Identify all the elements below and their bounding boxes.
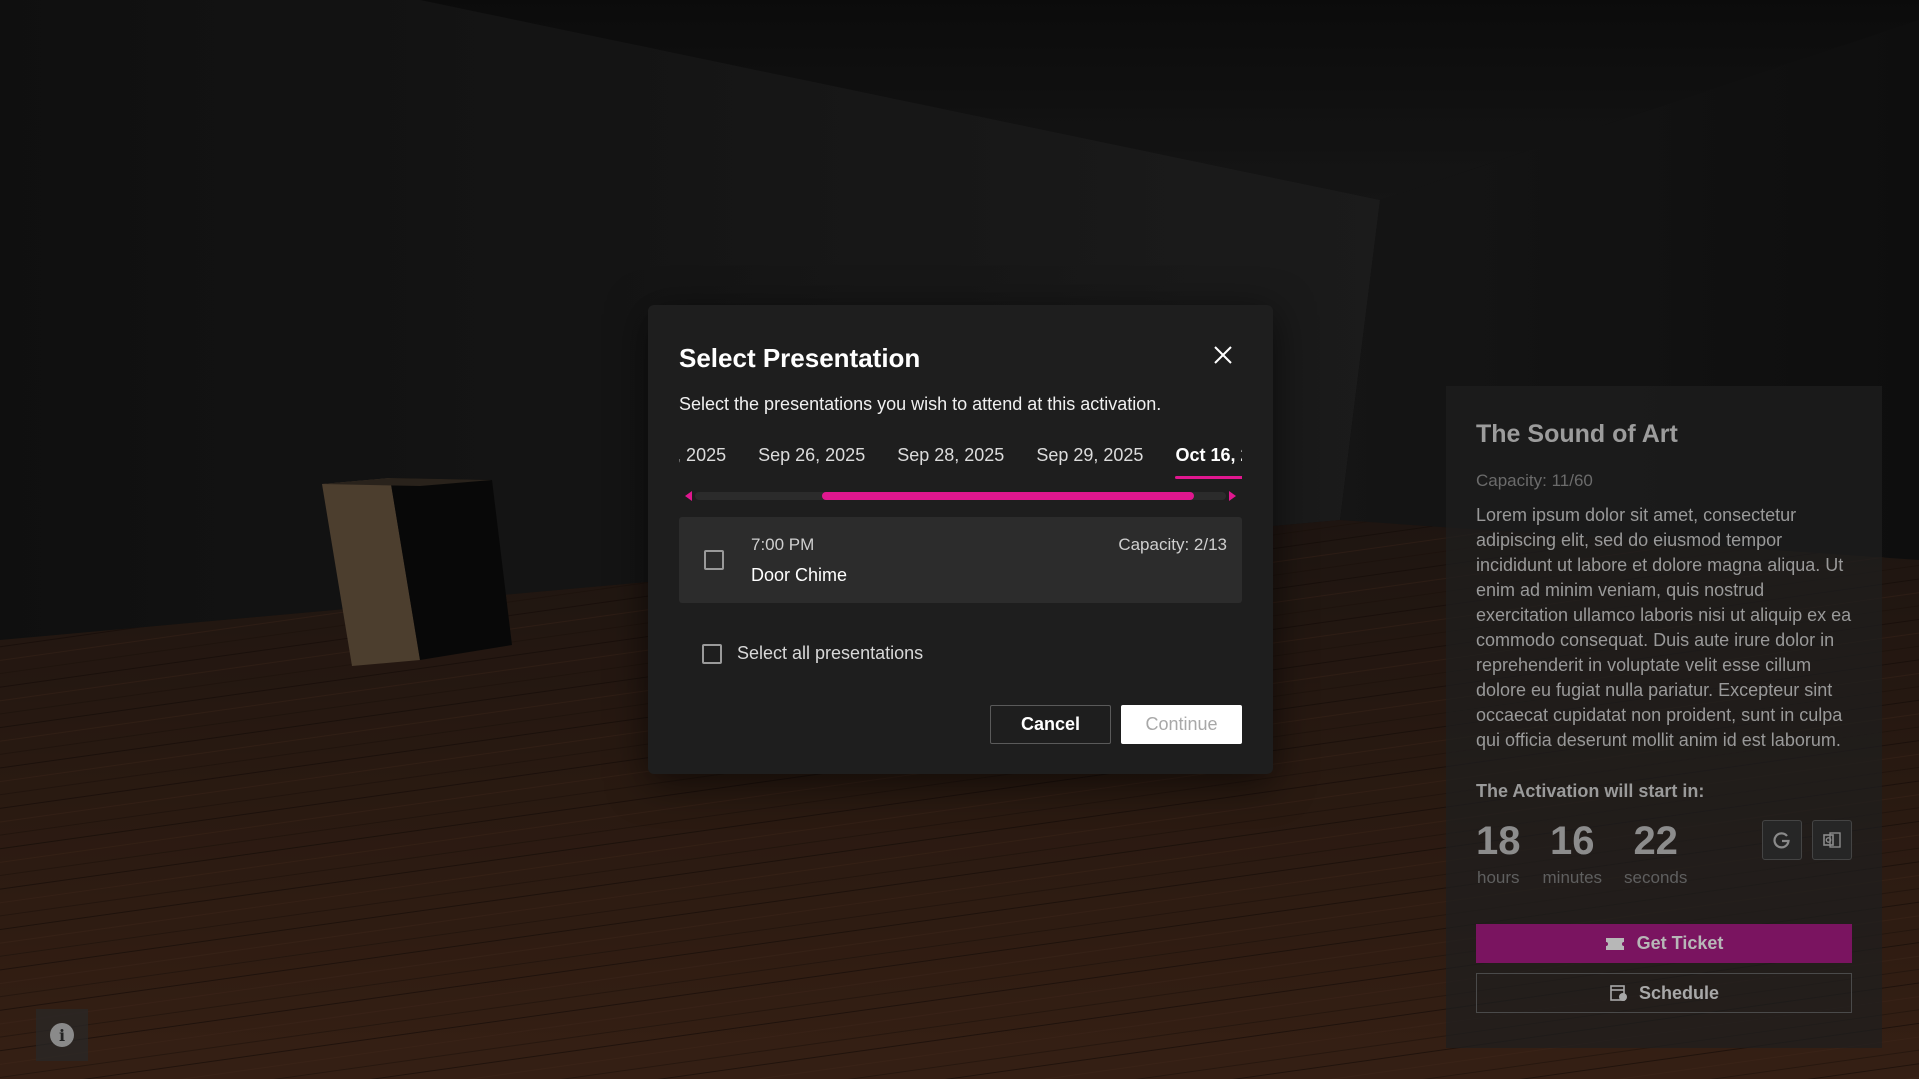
countdown-hours-value: 18 — [1476, 819, 1521, 863]
outlook-calendar-icon — [1823, 832, 1841, 848]
date-tabs: Sep 25, 2025 Sep 26, 2025 Sep 28, 2025 Sep … — [679, 439, 1242, 485]
presentation-name: Door Chime — [751, 564, 848, 585]
google-calendar-icon — [1773, 832, 1790, 849]
countdown-heading: The Activation will start in: — [1476, 781, 1705, 801]
presentation-time: 7:00 PM — [751, 534, 815, 554]
event-capacity: Capacity: 11/60 — [1476, 471, 1593, 490]
schedule-button[interactable]: Schedule — [1476, 973, 1852, 1013]
outlook-calendar-button[interactable] — [1812, 820, 1852, 860]
countdown: 18 hours 16 minutes 22 seconds — [1476, 818, 1852, 900]
scroll-thumb[interactable] — [822, 492, 1195, 500]
date-tab[interactable]: Sep 28, 2025 — [897, 439, 1004, 485]
event-panel: The Sound of Art Capacity: 11/60 Lorem i… — [1446, 386, 1882, 1048]
presentation-capacity: Capacity: 2/13 — [1118, 535, 1227, 554]
scroll-right-arrow-icon[interactable] — [1229, 491, 1236, 501]
schedule-label: Schedule — [1638, 982, 1720, 1003]
close-icon[interactable] — [1211, 343, 1235, 367]
select-all-checkbox[interactable] — [702, 643, 722, 664]
select-all-row[interactable]: Select all presentations — [679, 643, 1242, 664]
countdown-hours: 18 hours — [1476, 818, 1521, 888]
presentation-info: 7:00 PM Door Chime — [751, 535, 847, 586]
scroll-left-arrow-icon[interactable] — [685, 491, 692, 501]
date-tab-track: Sep 25, 2025 Sep 26, 2025 Sep 28, 2025 Sep … — [679, 439, 1242, 485]
select-all-label: Select all presentations — [737, 643, 924, 663]
countdown-hours-label: hours — [1476, 868, 1520, 887]
date-tab[interactable]: Oct 16, 2025 — [1175, 439, 1242, 485]
google-calendar-button[interactable] — [1762, 820, 1802, 860]
date-tab[interactable]: Sep 25, 2025 — [679, 439, 726, 485]
select-presentation-modal: Select Presentation Select the presentat… — [648, 305, 1273, 774]
countdown-seconds: 22 seconds — [1624, 818, 1687, 888]
continue-button[interactable]: Continue — [1121, 705, 1242, 744]
calendar-buttons — [1762, 820, 1852, 860]
event-description: Lorem ipsum dolor sit amet, consectetur … — [1476, 505, 1852, 750]
ticket-icon — [1605, 937, 1624, 950]
presentation-row[interactable]: 7:00 PM Door Chime Capacity: 2/13 — [679, 517, 1242, 603]
event-title: The Sound of Art — [1476, 420, 1678, 448]
countdown-minutes: 16 minutes — [1543, 818, 1603, 888]
get-ticket-button[interactable]: Get Ticket — [1476, 924, 1852, 963]
date-tab[interactable]: Sep 29, 2025 — [1036, 439, 1143, 485]
modal-subtitle: Select the presentations you wish to att… — [679, 394, 1162, 414]
countdown-seconds-value: 22 — [1633, 819, 1678, 863]
date-tab[interactable]: Sep 26, 2025 — [758, 439, 865, 485]
modal-title: Select Presentation — [679, 343, 921, 373]
date-scrollbar[interactable] — [679, 489, 1242, 503]
countdown-seconds-label: seconds — [1624, 868, 1688, 887]
get-ticket-label: Get Ticket — [1636, 933, 1724, 953]
schedule-icon — [1610, 985, 1627, 1001]
info-button[interactable]: i — [36, 1009, 88, 1061]
modal-actions: Cancel Continue — [990, 705, 1242, 744]
info-icon: i — [50, 1023, 74, 1047]
countdown-minutes-value: 16 — [1550, 819, 1595, 863]
presentation-checkbox[interactable] — [704, 550, 724, 570]
cancel-button[interactable]: Cancel — [990, 705, 1111, 744]
countdown-minutes-label: minutes — [1542, 868, 1603, 887]
